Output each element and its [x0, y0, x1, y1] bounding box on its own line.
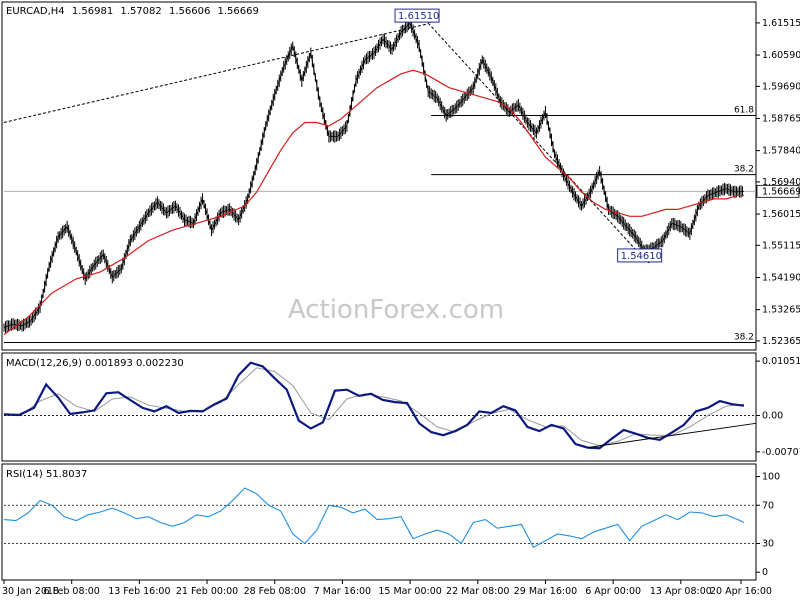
x-tick-label: 28 Feb 08:00: [244, 586, 306, 597]
x-tick-label: 6 Feb 08:00: [44, 586, 100, 597]
price-y-tick-label: 1.55115: [762, 240, 800, 251]
rsi-line: [3, 487, 745, 549]
rsi-y-tick-label: 30: [762, 539, 774, 550]
price-y-tick-label: 1.60590: [762, 50, 800, 61]
macd-trendline: [587, 422, 757, 449]
fib-level-label: 38.2: [734, 332, 754, 342]
x-tick-label: 20 Apr 16:00: [710, 586, 772, 597]
price-y-tick-label: 1.54190: [762, 272, 800, 283]
rsi-y-tick-label: 0: [762, 567, 768, 578]
price-y-tick-label: 1.58765: [762, 113, 800, 124]
fib-level-label: 61.8: [734, 106, 754, 116]
rsi-y-tick-label: 70: [762, 500, 774, 511]
macd-y-tick-label: -0.007014: [762, 447, 800, 458]
macd-panel-frame: [1, 352, 757, 462]
macd-y-tick-label: 0.010511: [762, 356, 800, 367]
price-panel-title: EURCAD,H4 1.56981 1.57082 1.56606 1.5666…: [6, 6, 259, 17]
price-close-line: [3, 22, 745, 328]
rsi-y-tick-label: 100: [762, 472, 780, 483]
x-axis: 30 Jan 20186 Feb 08:00 13 Feb 16:00 21 Feb…: [2, 580, 772, 597]
callout-label: 1.61510: [398, 11, 439, 22]
trendline: [427, 22, 649, 264]
rsi-plot: 100 70 30 0: [3, 472, 780, 578]
x-tick-label: 22 Mar 08:00: [446, 586, 509, 597]
ohlc-close: 1.56669: [218, 6, 259, 17]
price-y-tick-label: 1.53265: [762, 305, 800, 316]
price-y-tick-label: 1.56015: [762, 209, 800, 220]
x-tick-label: 29 Mar 16:00: [514, 586, 577, 597]
x-tick-label: 13 Feb 16:00: [108, 586, 170, 597]
ohlc-open: 1.56981: [72, 6, 113, 17]
x-tick-label: 6 Apr 00:00: [585, 586, 641, 597]
price-y-tick-label: 1.61515: [762, 18, 800, 29]
symbol-label: EURCAD,H4: [6, 6, 65, 17]
macd-panel-title: MACD(12,26,9) 0.001893 0.002230: [6, 358, 184, 369]
ohlc-high: 1.57082: [120, 6, 161, 17]
x-tick-label: 7 Mar 16:00: [314, 586, 371, 597]
macd-y-tick-label: 0.00: [762, 411, 783, 422]
eurcad-chart: ActionForex.com EURCAD,H4 1.56981 1.5708…: [1, 1, 800, 597]
macd-plot: 0.010511 0.00 -0.007014: [3, 356, 800, 458]
rsi-panel-title: RSI(14) 51.8037: [6, 469, 87, 480]
rsi-panel-frame: [1, 463, 757, 581]
x-tick-label: 21 Feb 00:00: [176, 586, 238, 597]
trendline: [3, 23, 429, 123]
callout-label: 1.54610: [621, 251, 662, 262]
price-y-tick-label: 1.57840: [762, 146, 800, 157]
last-price-label: 1.56669: [762, 186, 800, 197]
fib-level-label: 38.2: [734, 165, 754, 175]
ohlc-low: 1.56606: [169, 6, 210, 17]
watermark: ActionForex.com: [288, 295, 504, 325]
x-tick-label: 15 Mar 00:00: [378, 586, 441, 597]
price-y-tick-label: 1.59690: [762, 81, 800, 92]
x-tick-label: 13 Apr 08:00: [650, 586, 712, 597]
price-y-tick-label: 1.52365: [762, 336, 800, 347]
